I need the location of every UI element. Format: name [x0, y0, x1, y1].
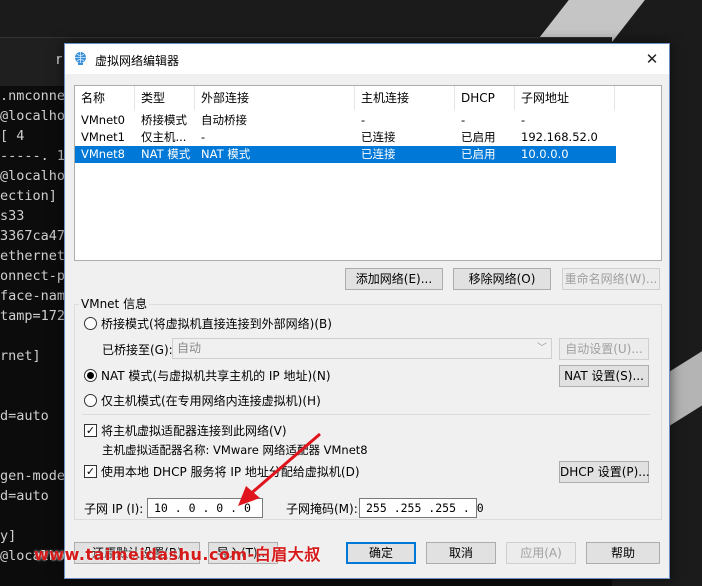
- row-external: -: [201, 130, 206, 144]
- separator: [82, 414, 650, 415]
- bridge-mode-label[interactable]: 桥接模式(将虚拟机直接连接到外部网络)(B): [101, 315, 332, 332]
- vmnet-info-legend: VMnet 信息: [79, 295, 150, 312]
- terminal-line: .nmconne: [0, 88, 66, 104]
- row-name: VMnet1: [81, 130, 125, 144]
- terminal-line: 3367ca47: [0, 228, 66, 244]
- terminal-line: face-name: [0, 288, 70, 304]
- vmnet-info-group: [74, 304, 662, 520]
- watermark-text: www.taimeidashu.com-白眉大叔: [34, 545, 321, 564]
- terminal-line: onnect-p: [0, 268, 66, 284]
- bridged-to-value: 自动: [177, 341, 202, 355]
- row-subnet: 10.0.0.0: [521, 147, 569, 161]
- column-header-subnet[interactable]: 子网地址: [515, 86, 615, 110]
- auto-settings-button[interactable]: 自动设置(U)...: [559, 338, 649, 360]
- virtual-network-editor-dialog: 虚拟网络编辑器 ✕ 名称 类型 外部连接 主机连接 DHCP 子网地址 VMne…: [64, 43, 670, 579]
- network-list-header: 名称 类型 外部连接 主机连接 DHCP 子网地址: [75, 86, 661, 110]
- rename-network-button[interactable]: 重命名网络(W)...: [562, 268, 660, 290]
- row-subnet: -: [521, 113, 526, 127]
- row-host: 已连接: [361, 130, 396, 144]
- nat-mode-label[interactable]: NAT 模式(与虚拟机共享主机的 IP 地址)(N): [101, 367, 331, 384]
- table-row[interactable]: VMnet0 桥接模式 自动桥接 - - -: [75, 112, 616, 129]
- connect-adapter-checkbox[interactable]: ✓: [84, 424, 97, 437]
- apply-button[interactable]: 应用(A): [506, 542, 576, 564]
- chevron-down-icon: ﹀: [537, 343, 547, 354]
- terminal-title: r: [56, 52, 62, 68]
- terminal-line: @localhos: [0, 108, 70, 124]
- terminal-line: tamp=1720: [0, 308, 70, 324]
- network-globe-icon: [75, 52, 86, 65]
- remove-network-button[interactable]: 移除网络(O): [453, 268, 551, 290]
- terminal-line: @localhos: [0, 168, 70, 184]
- row-name: VMnet8: [81, 147, 125, 161]
- terminal-line: ection]: [0, 188, 57, 204]
- terminal-line: rnet]: [0, 348, 41, 364]
- terminal-line: gen-mode: [0, 468, 66, 484]
- dhcp-checkbox[interactable]: ✓: [84, 465, 97, 478]
- row-type: 桥接模式: [141, 113, 187, 127]
- terminal-line: s33: [0, 208, 25, 224]
- terminal-line: d=auto: [0, 408, 49, 424]
- row-host: -: [361, 113, 366, 127]
- terminal-line: ethernet: [0, 248, 66, 264]
- row-dhcp: 已启用: [461, 130, 496, 144]
- help-button[interactable]: 帮助: [586, 542, 660, 564]
- annotation-arrow-icon: [238, 432, 321, 506]
- host-only-radio[interactable]: [84, 394, 97, 407]
- row-host: 已连接: [361, 147, 396, 161]
- column-header-name[interactable]: 名称: [75, 86, 135, 110]
- cancel-button[interactable]: 取消: [426, 542, 496, 564]
- host-only-label[interactable]: 仅主机模式(在专用网络内连接虚拟机)(H): [101, 392, 321, 409]
- row-external: NAT 模式: [201, 147, 251, 161]
- terminal-line: [ 4: [0, 128, 25, 144]
- close-icon[interactable]: ✕: [635, 44, 669, 74]
- bridged-to-label: 已桥接至(G):: [102, 343, 173, 357]
- row-type: 仅主机...: [141, 130, 187, 144]
- table-row[interactable]: VMnet1 仅主机... - 已连接 已启用 192.168.52.0: [75, 129, 616, 146]
- subnet-mask-input[interactable]: 255 .255 .255 . 0: [359, 498, 484, 518]
- dialog-titlebar[interactable]: 虚拟网络编辑器 ✕: [65, 44, 669, 74]
- column-header-dhcp[interactable]: DHCP: [455, 86, 515, 110]
- terminal-line: -----. 1: [0, 148, 66, 164]
- column-header-type[interactable]: 类型: [135, 86, 195, 110]
- add-network-button[interactable]: 添加网络(E)...: [345, 268, 443, 290]
- row-external: 自动桥接: [201, 113, 247, 127]
- bridge-mode-radio[interactable]: [84, 317, 97, 330]
- nat-mode-radio[interactable]: [84, 369, 97, 382]
- row-type: NAT 模式: [141, 147, 191, 161]
- subnet-ip-label: 子网 IP (I):: [84, 502, 144, 516]
- column-header-host[interactable]: 主机连接: [355, 86, 455, 110]
- row-dhcp: 已启用: [461, 147, 496, 161]
- dialog-title: 虚拟网络编辑器: [95, 54, 180, 68]
- network-list[interactable]: 名称 类型 外部连接 主机连接 DHCP 子网地址 VMnet0 桥接模式 自动…: [74, 85, 662, 261]
- nat-settings-button[interactable]: NAT 设置(S)...: [559, 365, 649, 387]
- terminal-output: .nmconne @localhos [ 4 -----. 1 @localhos ect…: [0, 86, 70, 566]
- bridged-to-select[interactable]: 自动 ﹀: [172, 338, 552, 359]
- row-name: VMnet0: [81, 113, 125, 127]
- terminal-line: d=auto: [0, 488, 49, 504]
- column-header-external[interactable]: 外部连接: [195, 86, 355, 110]
- ok-button[interactable]: 确定: [346, 542, 416, 564]
- row-dhcp: -: [461, 113, 466, 127]
- table-row-selected[interactable]: VMnet8 NAT 模式 NAT 模式 已连接 已启用 10.0.0.0: [75, 146, 616, 163]
- row-subnet: 192.168.52.0: [521, 130, 598, 144]
- dhcp-settings-button[interactable]: DHCP 设置(P)...: [559, 461, 650, 483]
